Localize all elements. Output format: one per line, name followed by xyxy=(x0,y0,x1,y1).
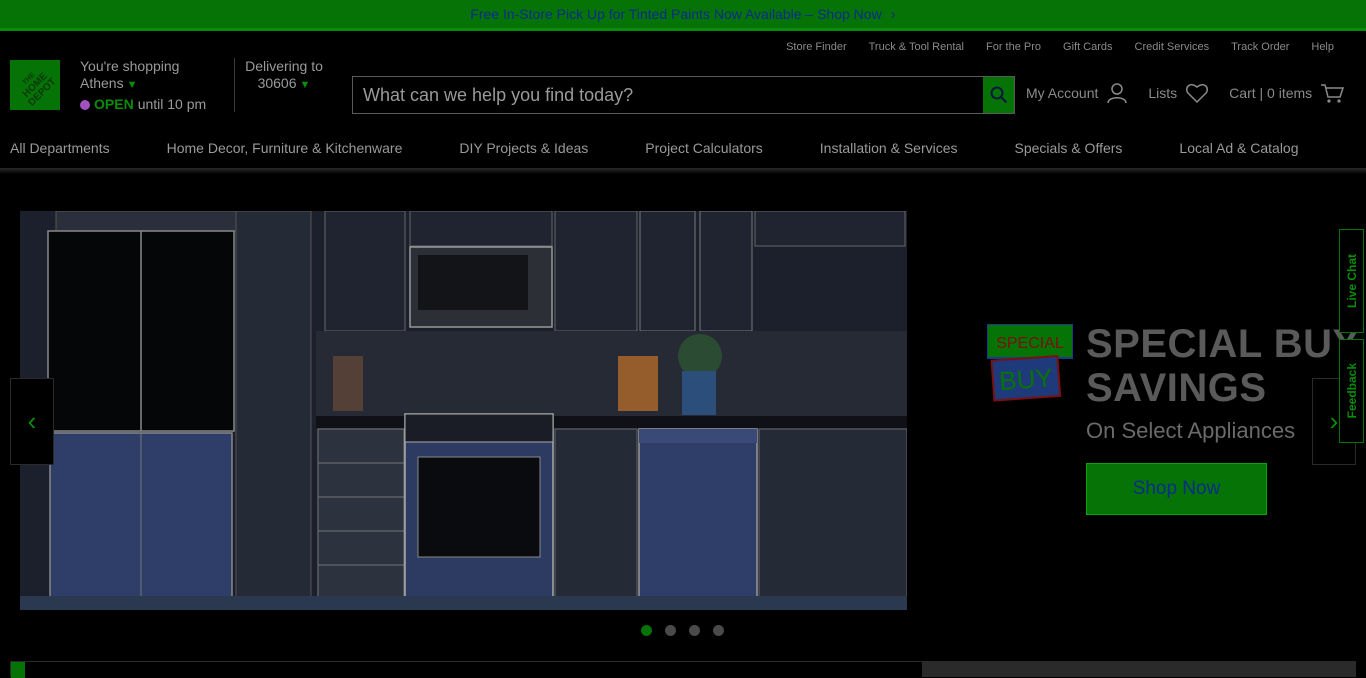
search-button[interactable] xyxy=(983,77,1014,113)
my-account-button[interactable]: My Account xyxy=(1026,82,1128,104)
heart-icon xyxy=(1186,83,1209,104)
util-link-store-finder[interactable]: Store Finder xyxy=(786,41,847,53)
search-icon xyxy=(990,86,1007,104)
utility-nav: Store Finder Truck & Tool Rental For the… xyxy=(764,41,1334,53)
hero-title-line1: SPECIAL BUY xyxy=(1086,322,1360,366)
store-label: You're shopping xyxy=(80,58,180,74)
util-link-credit-services[interactable]: Credit Services xyxy=(1135,41,1210,53)
live-chat-label: Live Chat xyxy=(1344,253,1359,308)
delivery-label: Delivering to xyxy=(245,58,323,74)
shop-now-button[interactable]: Shop Now xyxy=(1086,463,1267,515)
store-hours: until 10 pm xyxy=(137,96,207,112)
hero-title: SPECIAL BUY SAVINGS xyxy=(1086,322,1360,410)
chevron-right-icon: › xyxy=(890,5,896,23)
nav-project-calculators[interactable]: Project Calculators xyxy=(645,140,763,156)
util-link-for-the-pro[interactable]: For the Pro xyxy=(986,41,1041,53)
strip-accent xyxy=(11,662,25,678)
badge-top-text: SPECIAL xyxy=(996,335,1064,352)
store-name[interactable]: Athens xyxy=(80,75,124,91)
my-account-label: My Account xyxy=(1026,85,1099,101)
carousel-dots xyxy=(641,625,737,636)
feedback-label: Feedback xyxy=(1344,363,1359,419)
search-bar xyxy=(352,76,1015,114)
hero-kitchen-image[interactable] xyxy=(20,211,907,610)
hero-subtitle: On Select Appliances xyxy=(1086,418,1296,443)
store-selector[interactable]: You're shopping Athens ▼ OPEN until 10 pm xyxy=(80,58,206,113)
carousel-dot-1[interactable] xyxy=(641,625,652,636)
nav-installation-services[interactable]: Installation & Services xyxy=(820,140,958,156)
bottom-promo-image[interactable] xyxy=(923,661,1356,677)
cart-button[interactable]: Cart | 0 items xyxy=(1229,82,1345,104)
user-icon xyxy=(1107,83,1128,104)
carousel-dot-2[interactable] xyxy=(665,625,676,636)
cart-icon xyxy=(1321,84,1345,103)
chevron-right-icon: › xyxy=(1329,406,1339,436)
content-strip xyxy=(10,661,923,678)
feedback-tab[interactable]: Feedback xyxy=(1339,339,1364,443)
home-depot-logo[interactable]: THE HOME DEPOT xyxy=(10,60,60,110)
main-nav: All Departments Home Decor, Furniture & … xyxy=(0,128,1366,168)
carousel-prev-button[interactable]: ‹ xyxy=(10,378,54,465)
nav-specials-offers[interactable]: Specials & Offers xyxy=(1015,140,1123,156)
nav-home-decor[interactable]: Home Decor, Furniture & Kitchenware xyxy=(167,140,403,156)
nav-all-departments[interactable]: All Departments xyxy=(10,140,110,156)
special-buy-badge: SPECIAL BUY xyxy=(986,323,1074,404)
lists-button[interactable]: Lists xyxy=(1148,82,1209,104)
badge-bottom-text: BUY xyxy=(998,362,1053,396)
chevron-left-icon: ‹ xyxy=(27,406,37,436)
carousel-dot-4[interactable] xyxy=(713,625,724,636)
util-link-track-order[interactable]: Track Order xyxy=(1231,41,1289,53)
live-chat-tab[interactable]: Live Chat xyxy=(1339,229,1364,333)
nav-local-ad-catalog[interactable]: Local Ad & Catalog xyxy=(1179,140,1298,156)
cart-label: Cart | 0 items xyxy=(1229,85,1313,101)
header-actions: My Account Lists Cart | 0 items xyxy=(1026,82,1364,104)
hero-title-line2: SAVINGS xyxy=(1086,366,1267,410)
delivery-zip[interactable]: 30606 xyxy=(258,75,297,91)
util-link-help[interactable]: Help xyxy=(1311,41,1334,53)
util-link-truck-tool-rental[interactable]: Truck & Tool Rental xyxy=(869,41,964,53)
store-status: OPEN xyxy=(94,96,134,112)
promo-banner[interactable]: Free In-Store Pick Up for Tinted Paints … xyxy=(0,0,1366,31)
delivery-zip-selector[interactable]: Delivering to 30606 ▼ xyxy=(245,58,323,94)
nav-diy-projects[interactable]: DIY Projects & Ideas xyxy=(459,140,588,156)
chevron-down-icon[interactable]: ▼ xyxy=(127,79,138,91)
search-input[interactable] xyxy=(353,77,983,113)
open-status-dot-icon xyxy=(80,99,90,110)
header-divider xyxy=(234,58,235,112)
carousel-dot-3[interactable] xyxy=(689,625,700,636)
chevron-down-icon[interactable]: ▼ xyxy=(300,79,311,91)
util-link-gift-cards[interactable]: Gift Cards xyxy=(1063,41,1113,53)
promo-banner-text[interactable]: Free In-Store Pick Up for Tinted Paints … xyxy=(470,6,881,22)
lists-label: Lists xyxy=(1148,85,1178,101)
nav-divider xyxy=(0,168,1366,174)
